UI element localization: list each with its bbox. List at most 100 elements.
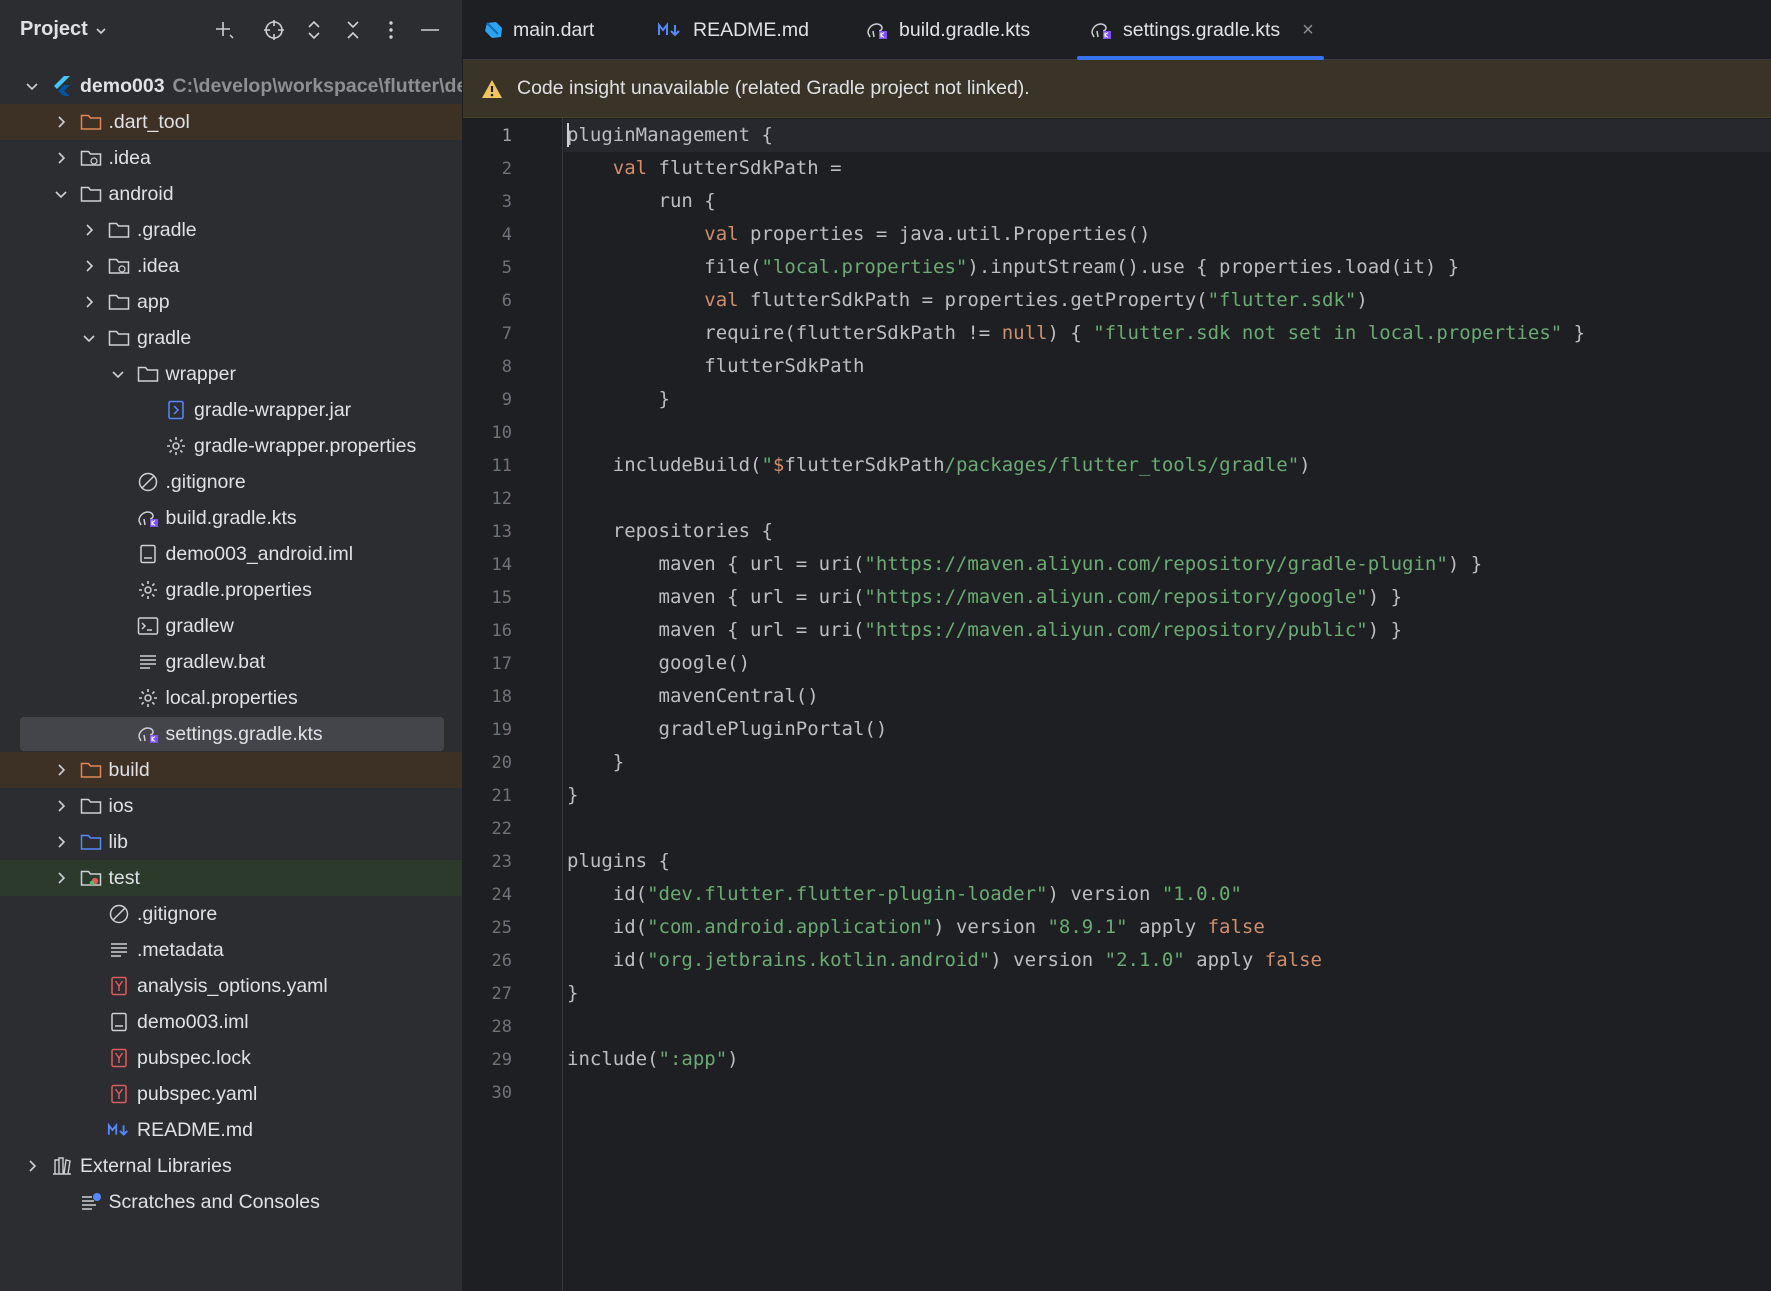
tree-item[interactable]: README.md: [0, 1112, 462, 1148]
chevron-right-icon[interactable]: [51, 112, 71, 132]
chevron-right-icon[interactable]: [79, 220, 99, 240]
code-text: run {: [567, 190, 716, 212]
scratches-icon: [79, 1190, 103, 1214]
tree-item[interactable]: demo003 C:\develop\workspace\flutter\demo…: [0, 68, 462, 104]
tree-item[interactable]: demo003.iml: [0, 1004, 462, 1040]
code-text: maven { url = uri(: [567, 619, 865, 641]
tree-item[interactable]: .gitignore: [0, 464, 462, 500]
chevron-down-icon[interactable]: [51, 184, 71, 204]
tree-item-label: wrapper: [165, 362, 236, 385]
tree-item[interactable]: android: [0, 176, 462, 212]
more-options-icon[interactable]: [375, 14, 407, 46]
tree-item[interactable]: .idea: [0, 248, 462, 284]
tree-item[interactable]: .metadata: [0, 932, 462, 968]
line-number: 11: [491, 456, 512, 476]
tree-item[interactable]: External Libraries: [0, 1148, 462, 1184]
tree-item[interactable]: settings.gradle.kts: [0, 716, 462, 752]
tree-item[interactable]: test: [0, 860, 462, 896]
tree-item-label: android: [108, 182, 174, 205]
tree-item[interactable]: build.gradle.kts: [0, 500, 462, 536]
chevron-down-icon[interactable]: [108, 364, 128, 384]
chevron-right-icon[interactable]: [51, 796, 71, 816]
editor-tab[interactable]: build.gradle.kts: [865, 0, 1030, 60]
tree-item[interactable]: gradlew: [0, 608, 462, 644]
code-editor[interactable]: 1 2 3 4 5 6 7 8 9 10 11 12 13 14 15 16 17 18 19 20 21 22 23 24 2…: [463, 118, 1771, 1291]
line-number: 7: [501, 324, 512, 344]
line-number: 25: [491, 918, 512, 938]
code-string: "2.1.0": [1104, 949, 1185, 971]
tree-item[interactable]: app: [0, 284, 462, 320]
chevron-right-icon[interactable]: [22, 1156, 42, 1176]
code-line: includeBuild("$flutterSdkPath/packages/f…: [564, 449, 1311, 482]
code-text: id(: [567, 916, 648, 938]
code-text: flutterSdkPath =: [647, 157, 842, 179]
chevron-right-icon[interactable]: [79, 292, 99, 312]
chevron-right-icon[interactable]: [51, 868, 71, 888]
tree-item[interactable]: .dart_tool: [0, 104, 462, 140]
code-line: file("local.properties").inputStream().u…: [564, 251, 1459, 284]
chevron-right-icon[interactable]: [51, 760, 71, 780]
code-text: ) version: [1047, 883, 1162, 905]
chevron-right-icon[interactable]: [79, 256, 99, 276]
code-keyword: $: [772, 454, 785, 476]
tree-item[interactable]: gradlew.bat: [0, 644, 462, 680]
code-text: repositories {: [567, 520, 773, 542]
tree-item[interactable]: .idea: [0, 140, 462, 176]
line-number: 18: [491, 687, 512, 707]
tree-item-label: demo003.iml: [137, 1010, 249, 1033]
close-tab-icon[interactable]: ×: [1302, 19, 1314, 42]
tree-item-label: .idea: [108, 146, 151, 169]
code-string: "flutter.sdk": [1207, 289, 1357, 311]
tree-item-label: local.properties: [165, 686, 298, 709]
tree-item[interactable]: local.properties: [0, 680, 462, 716]
chevron-right-icon[interactable]: [51, 832, 71, 852]
flutter-module-icon: [50, 74, 74, 98]
line-number: 3: [501, 192, 512, 212]
tree-item[interactable]: gradle: [0, 320, 462, 356]
code-line: maven { url = uri("https://maven.aliyun.…: [564, 614, 1403, 647]
chevron-down-icon[interactable]: [22, 76, 42, 96]
line-number: 13: [491, 522, 512, 542]
folder-settings-icon: [79, 146, 103, 170]
editor-tab[interactable]: settings.gradle.kts ×: [1077, 0, 1324, 60]
code-text: include(: [567, 1048, 659, 1070]
editor-tab[interactable]: README.md: [657, 0, 809, 60]
tree-item[interactable]: .gitignore: [0, 896, 462, 932]
tree-item[interactable]: gradle.properties: [0, 572, 462, 608]
minimize-icon[interactable]: [414, 14, 446, 46]
chevron-down-icon[interactable]: [79, 328, 99, 348]
tree-item-label: pubspec.lock: [137, 1046, 251, 1069]
chevron-right-icon[interactable]: [51, 148, 71, 168]
text-caret: [567, 122, 569, 147]
tree-item-label: .dart_tool: [108, 110, 190, 133]
tree-item[interactable]: lib: [0, 824, 462, 860]
tree-item[interactable]: gradle-wrapper.properties: [0, 428, 462, 464]
tree-item[interactable]: pubspec.lock: [0, 1040, 462, 1076]
tree-item[interactable]: wrapper: [0, 356, 462, 392]
tree-item[interactable]: build: [0, 752, 462, 788]
tree-item-label: gradlew: [165, 614, 234, 637]
tree-item[interactable]: Scratches and Consoles: [0, 1184, 462, 1220]
locate-file-icon[interactable]: [258, 14, 290, 46]
line-number: 21: [491, 786, 512, 806]
tree-item-label: demo003_android.iml: [165, 542, 354, 565]
code-text: plugins {: [567, 850, 670, 872]
editor-tab[interactable]: main.dart: [483, 0, 594, 60]
tree-item[interactable]: ios: [0, 788, 462, 824]
tree-item[interactable]: .gradle: [0, 212, 462, 248]
collapse-all-icon[interactable]: [337, 14, 369, 46]
expand-all-icon[interactable]: [298, 14, 330, 46]
project-view-selector[interactable]: Project: [20, 18, 108, 41]
tree-item[interactable]: pubspec.yaml: [0, 1076, 462, 1112]
tree-item[interactable]: gradle-wrapper.jar: [0, 392, 462, 428]
tree-item[interactable]: analysis_options.yaml: [0, 968, 462, 1004]
folder-icon: [79, 794, 103, 818]
line-number: 24: [491, 885, 512, 905]
code-string: "flutter.sdk not set in local.properties…: [1093, 322, 1563, 344]
line-number: 19: [491, 720, 512, 740]
tree-item[interactable]: demo003_android.iml: [0, 536, 462, 572]
markdown-icon: [107, 1118, 131, 1142]
line-number: 16: [491, 621, 512, 641]
add-icon[interactable]: [208, 14, 240, 46]
